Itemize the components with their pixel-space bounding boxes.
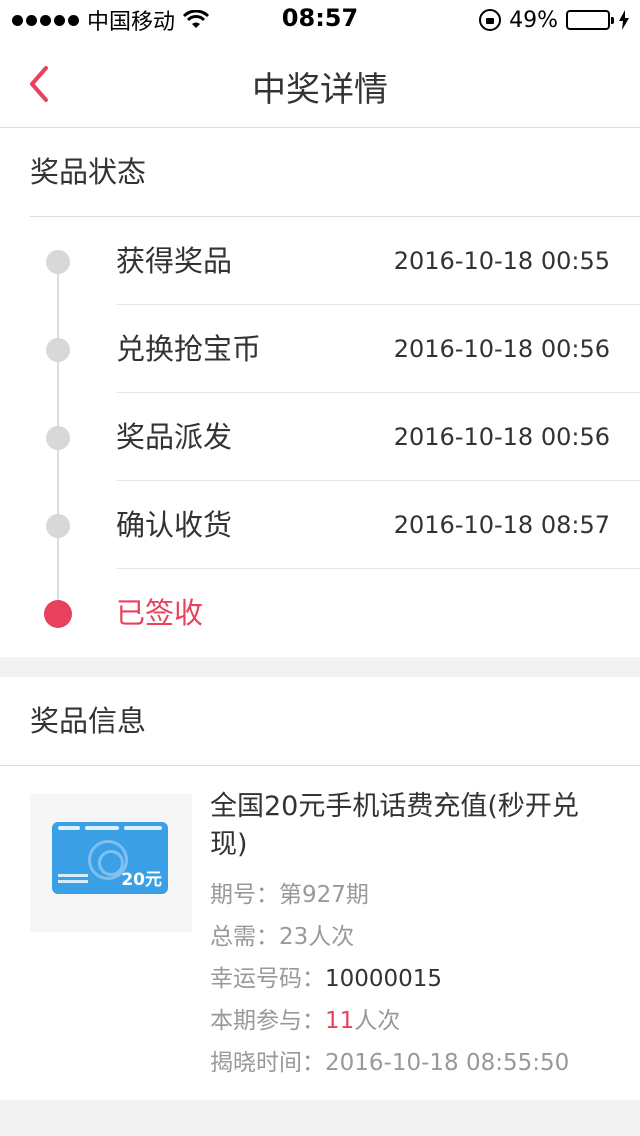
total-value: 23人次 [279, 924, 355, 950]
reveal-time-value: 2016-10-18 08:55:50 [325, 1050, 570, 1076]
period-label: 期号： [210, 882, 279, 908]
reveal-time-line: 揭晓时间：2016-10-18 08:55:50 [210, 1042, 610, 1084]
status-timeline: 获得奖品 2016-10-18 00:55 兑换抢宝币 2016-10-18 0… [0, 217, 640, 657]
timeline-dot-active [44, 600, 72, 628]
step-time: 2016-10-18 00:56 [393, 335, 610, 363]
recharge-card-image: 20元 [52, 822, 168, 894]
total-label: 总需： [210, 924, 279, 950]
lucky-number-label: 幸运号码： [210, 966, 325, 992]
step-label: 兑换抢宝币 [116, 332, 262, 366]
prize-status-card: 奖品状态 获得奖品 2016-10-18 00:55 兑换抢宝币 2016-10… [0, 128, 640, 657]
lucky-number-line: 幸运号码：10000015 [210, 958, 610, 1000]
total-line: 总需：23人次 [210, 916, 610, 958]
section-title-info: 奖品信息 [30, 704, 147, 738]
prize-item[interactable]: 20元 全国20元手机话费充值(秒开兑现) 期号：第927期 总需：23人次 幸… [0, 766, 640, 1100]
step-time: 2016-10-18 00:55 [393, 247, 610, 275]
reveal-time-label: 揭晓时间： [210, 1050, 325, 1076]
lucky-number-value: 10000015 [325, 966, 443, 992]
step-label: 获得奖品 [116, 244, 233, 278]
prize-info-card: 奖品信息 20元 全国20元手机话费充值(秒开兑现) 期号：第927期 总需：2… [0, 677, 640, 1100]
card-value: 20元 [121, 870, 162, 890]
participation-line: 本期参与：11人次 [210, 1000, 610, 1042]
step-label: 确认收货 [116, 508, 233, 542]
section-title-status: 奖品状态 [30, 155, 147, 189]
prize-name: 全国20元手机话费充值(秒开兑现) [210, 791, 579, 860]
timeline-step: 确认收货 2016-10-18 08:57 [0, 481, 640, 569]
prize-image[interactable]: 20元 [30, 794, 192, 932]
status-right: 49% [479, 6, 630, 34]
timeline-step-current: 已签收 [0, 569, 640, 657]
step-label: 奖品派发 [116, 420, 233, 454]
status-bar: 中国移动 08:57 49% [0, 0, 640, 40]
participation-count: 11 [325, 1008, 355, 1034]
period-line: 期号：第927期 [210, 874, 610, 916]
period-value: 第927期 [279, 882, 369, 908]
rotation-lock-icon [479, 9, 502, 31]
timeline-step: 奖品派发 2016-10-18 00:56 [0, 393, 640, 481]
prize-details: 全国20元手机话费充值(秒开兑现) 期号：第927期 总需：23人次 幸运号码：… [210, 788, 610, 1084]
timeline-dot [46, 514, 70, 538]
timeline-step: 兑换抢宝币 2016-10-18 00:56 [0, 305, 640, 393]
participation-unit: 人次 [354, 1008, 401, 1034]
page-title: 中奖详情 [252, 70, 388, 110]
timeline-dot [46, 338, 70, 362]
step-time: 2016-10-18 08:57 [393, 511, 610, 539]
step-time: 2016-10-18 00:56 [393, 423, 610, 451]
participation-label: 本期参与： [210, 1008, 325, 1034]
timeline-step: 获得奖品 2016-10-18 00:55 [0, 217, 640, 305]
battery-percent: 49% [509, 7, 558, 33]
timeline-dot [46, 250, 70, 274]
navigation-bar: 中奖详情 [0, 40, 640, 128]
charging-bolt-icon [619, 10, 629, 30]
timeline-dot [46, 426, 70, 450]
step-label-current: 已签收 [116, 596, 204, 630]
battery-icon [566, 10, 614, 30]
